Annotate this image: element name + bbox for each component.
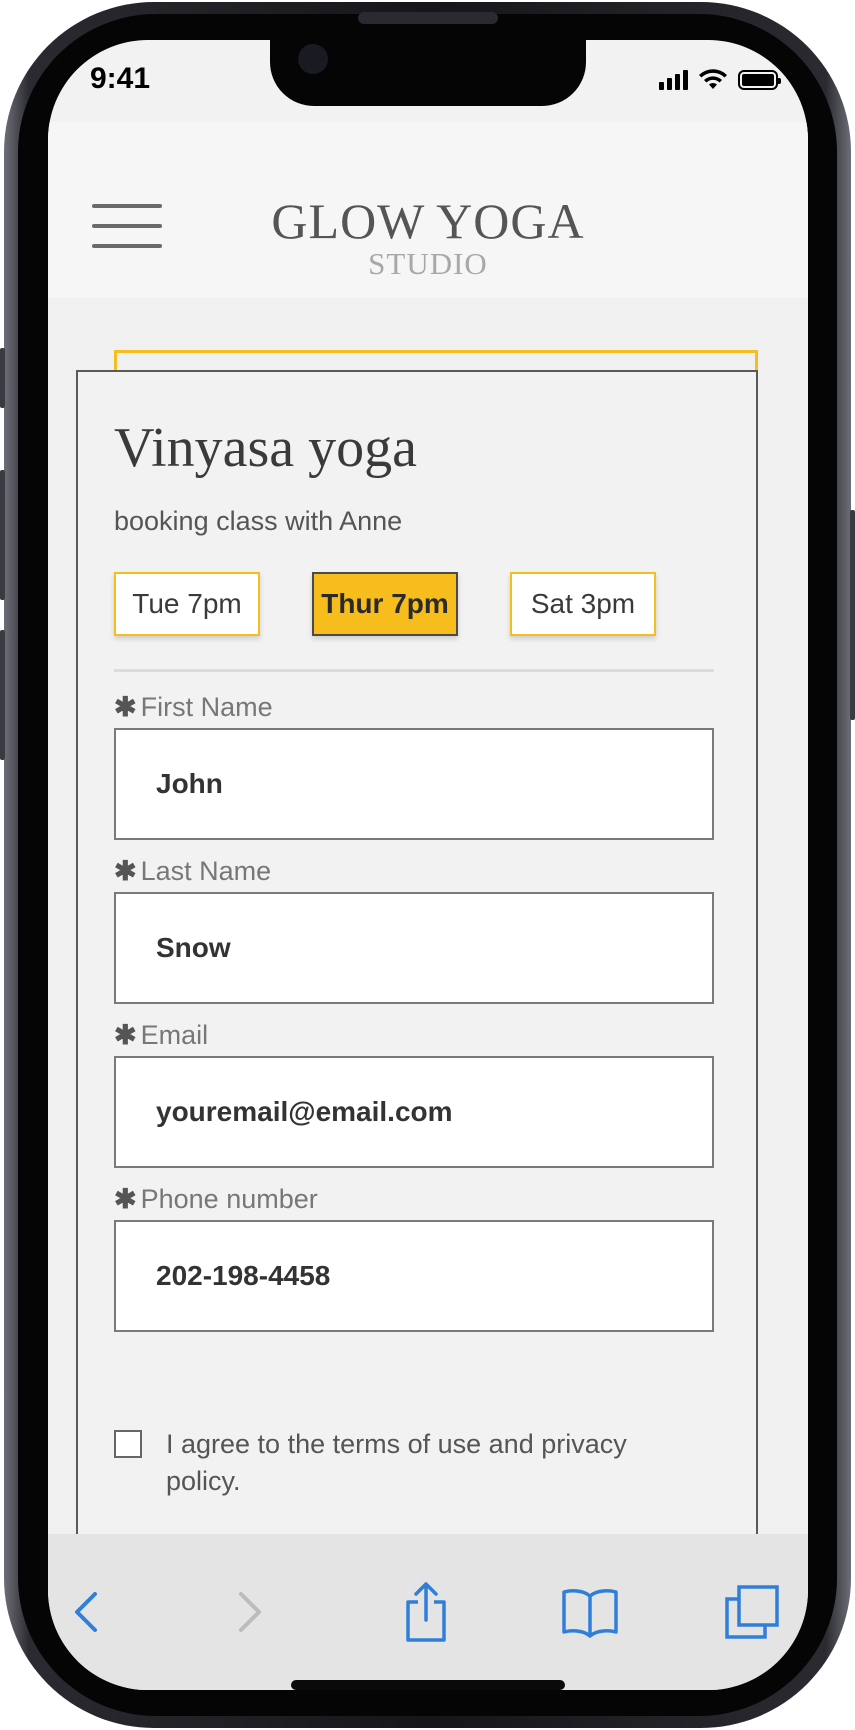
battery-icon [738,70,781,90]
side-button-power [850,510,855,720]
phone-label: ✱ Phone number [114,1184,318,1214]
browser-toolbar [48,1534,808,1690]
cellular-signal-icon [659,70,688,90]
phone-field[interactable] [114,1220,714,1332]
logo-title: GLOW YOGA [271,193,585,249]
status-time: 9:41 [90,62,151,95]
share-icon[interactable] [396,1582,456,1642]
required-mark: ✱ [114,856,137,886]
home-indicator [291,1680,565,1690]
first-name-label: ✱ First Name [114,692,273,722]
time-slot-tue[interactable]: Tue 7pm [114,572,260,636]
last-name-label: ✱ Last Name [114,856,272,886]
first-name-field[interactable] [114,728,714,840]
booking-card: Vinyasa yoga booking class with Anne Tue… [76,370,758,1690]
speaker-groove [358,12,498,24]
class-subtitle: booking class with Anne [114,506,403,536]
required-mark: ✱ [114,692,137,722]
front-camera [298,44,328,74]
email-label: ✱ Email [114,1020,209,1050]
booking-content: Vinyasa yoga booking class with Anne Tue… [48,298,808,1690]
menu-icon[interactable] [92,204,162,254]
class-title: Vinyasa yoga [114,417,417,479]
email-field[interactable] [114,1056,714,1168]
time-slot-sat[interactable]: Sat 3pm [510,572,656,636]
forward-icon [220,1582,280,1642]
app-header: GLOW YOGA STUDIO [48,122,808,298]
terms-checkbox[interactable] [114,1430,142,1458]
side-button-volume-down [0,630,5,760]
screen: 9:41 GLOW YOGA STUDIO Vinyasa yoga booki… [48,40,808,1690]
tabs-icon[interactable] [722,1582,782,1642]
side-button-mute [0,348,5,408]
side-button-volume-up [0,470,5,600]
required-mark: ✱ [114,1184,137,1214]
logo-subtitle: STUDIO [368,246,488,281]
terms-text: I agree to the terms of use and privacy … [166,1429,627,1496]
status-icons [659,68,781,90]
wifi-icon [699,69,727,89]
last-name-field[interactable] [114,892,714,1004]
time-slot-thur[interactable]: Thur 7pm [312,572,458,636]
back-icon[interactable] [56,1582,116,1642]
divider [114,669,714,672]
bookmarks-icon[interactable] [560,1582,620,1642]
required-mark: ✱ [114,1020,137,1050]
